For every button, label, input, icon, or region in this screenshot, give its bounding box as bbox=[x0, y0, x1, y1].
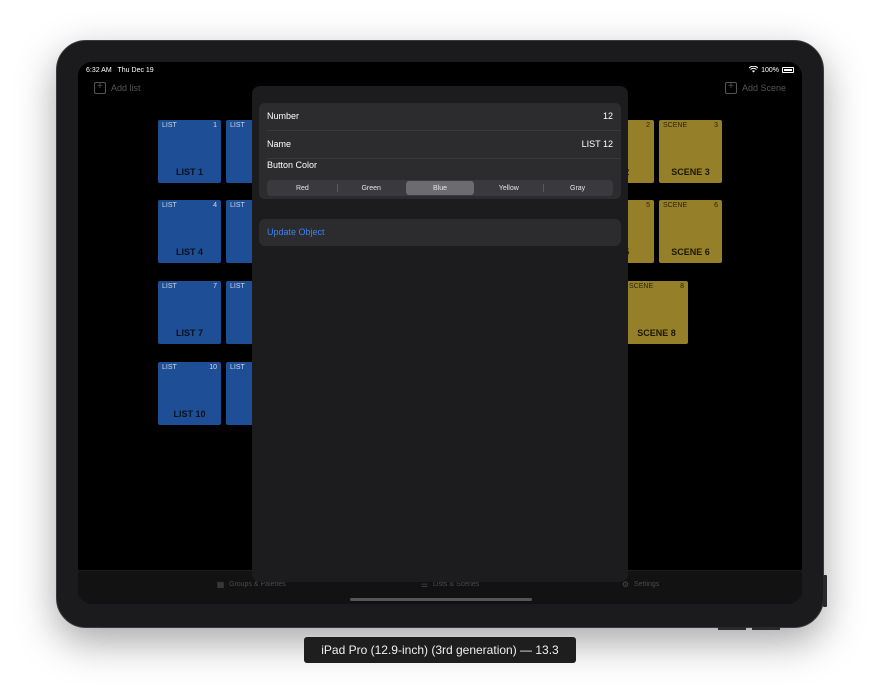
update-group: Update Object bbox=[259, 219, 621, 246]
grid-icon: ▦ bbox=[216, 580, 225, 589]
tab-label: Lists & Scenes bbox=[433, 581, 480, 588]
object-properties-group: Number 12 Name LIST 12 Button Color Red … bbox=[259, 103, 621, 199]
tile-label: LIST bbox=[230, 122, 245, 129]
button-color-row: Button Color bbox=[267, 155, 613, 175]
number-label: Number bbox=[267, 111, 300, 121]
color-segmented-control[interactable]: Red Green Blue Yellow Gray bbox=[267, 180, 613, 196]
tile-number: 5 bbox=[646, 202, 650, 209]
tile-label: LIST bbox=[162, 122, 177, 129]
tile-number: 2 bbox=[646, 122, 650, 129]
tile-name: LIST 10 bbox=[173, 409, 206, 419]
add-scene-button[interactable]: Add Scene bbox=[724, 81, 786, 94]
tile-name: SCENE 6 bbox=[671, 247, 710, 257]
tile-number: 1 bbox=[213, 122, 217, 129]
color-option-gray[interactable]: Gray bbox=[543, 181, 612, 195]
tab-settings[interactable]: ⚙ Settings bbox=[621, 580, 659, 589]
tile-name: LIST 4 bbox=[175, 247, 203, 257]
tile-number: 7 bbox=[213, 283, 217, 290]
update-object-button[interactable]: Update Object bbox=[267, 220, 613, 244]
tile-number: 3 bbox=[714, 122, 718, 129]
status-time: 6:32 AM bbox=[86, 66, 112, 74]
tab-label: Groups & Palettes bbox=[229, 581, 286, 588]
tile-label: LIST bbox=[230, 364, 245, 371]
color-option-green[interactable]: Green bbox=[336, 181, 406, 195]
color-option-yellow[interactable]: Yellow bbox=[474, 181, 543, 195]
scene-tile[interactable]: SCENE 6 SCENE 6 bbox=[659, 200, 722, 263]
scene-tile[interactable]: SCENE 8 SCENE 8 bbox=[625, 281, 688, 344]
divider bbox=[267, 130, 621, 131]
list-tile[interactable]: LIST 4 LIST 4 bbox=[158, 200, 221, 263]
add-icon bbox=[724, 81, 737, 94]
tile-name: SCENE 8 bbox=[637, 328, 676, 338]
add-list-button[interactable]: Add list bbox=[94, 81, 141, 94]
tile-label: LIST bbox=[162, 364, 177, 371]
tile-label: LIST bbox=[230, 202, 245, 209]
tile-label: LIST bbox=[230, 283, 245, 290]
tile-name: LIST 1 bbox=[175, 167, 203, 177]
side-button bbox=[823, 575, 827, 607]
tile-label: SCENE bbox=[629, 283, 654, 290]
tile-number: 4 bbox=[213, 202, 217, 209]
number-row[interactable]: Number 12 bbox=[267, 104, 613, 128]
status-date: Thu Dec 19 bbox=[117, 66, 154, 74]
scene-tile[interactable]: SCENE 3 SCENE 3 bbox=[659, 120, 722, 183]
name-value[interactable]: LIST 12 bbox=[582, 139, 613, 149]
volume-button-2 bbox=[752, 627, 780, 630]
list-tile[interactable]: LIST 7 LIST 7 bbox=[158, 281, 221, 344]
tile-number: 8 bbox=[680, 283, 684, 290]
name-row[interactable]: Name LIST 12 bbox=[267, 132, 613, 156]
tab-label: Settings bbox=[634, 581, 660, 588]
tile-label: LIST bbox=[162, 202, 177, 209]
edit-object-sheet: Number 12 Name LIST 12 Button Color Red … bbox=[252, 86, 628, 582]
home-indicator[interactable] bbox=[350, 598, 532, 601]
tile-label: SCENE bbox=[663, 122, 688, 129]
tile-name: SCENE 3 bbox=[671, 167, 710, 177]
list-tile[interactable]: LIST 1 LIST 1 bbox=[158, 120, 221, 183]
wifi-icon bbox=[748, 65, 759, 75]
tile-number: 6 bbox=[714, 202, 718, 209]
list-tile[interactable]: LIST 10 LIST 10 bbox=[158, 362, 221, 425]
update-object-label: Update Object bbox=[267, 227, 325, 237]
add-icon bbox=[94, 81, 106, 94]
battery-icon bbox=[782, 67, 794, 73]
tile-number: 10 bbox=[209, 364, 217, 371]
add-scene-label: Add Scene bbox=[741, 83, 786, 93]
device-caption: iPad Pro (12.9-inch) (3rd generation) — … bbox=[304, 637, 576, 663]
color-option-red[interactable]: Red bbox=[268, 181, 337, 195]
volume-button-1 bbox=[718, 627, 746, 630]
tile-name: LIST 7 bbox=[175, 328, 203, 338]
battery-percent: 100% bbox=[761, 66, 779, 74]
add-list-label: Add list bbox=[111, 83, 141, 93]
screen: 6:32 AM Thu Dec 19 100% Add list Add Sce… bbox=[78, 62, 802, 604]
color-option-blue[interactable]: Blue bbox=[405, 181, 475, 195]
status-bar: 6:32 AM Thu Dec 19 100% bbox=[86, 64, 794, 76]
tile-label: LIST bbox=[162, 283, 177, 290]
number-value[interactable]: 12 bbox=[603, 111, 613, 121]
button-color-label: Button Color bbox=[267, 160, 318, 170]
name-label: Name bbox=[267, 139, 292, 149]
tile-label: SCENE bbox=[663, 202, 688, 209]
